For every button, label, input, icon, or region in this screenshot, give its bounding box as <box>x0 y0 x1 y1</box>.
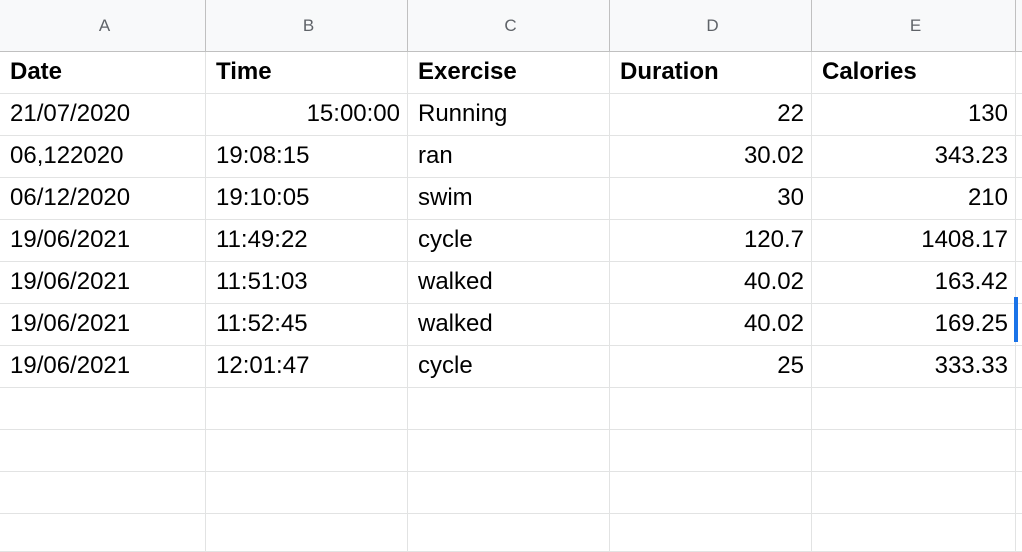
column-header-f[interactable] <box>1016 0 1022 52</box>
cell-a8[interactable]: 19/06/2021 <box>0 346 206 388</box>
cell-d9[interactable] <box>610 388 812 430</box>
cell-a7[interactable]: 19/06/2021 <box>0 304 206 346</box>
cell-f9[interactable] <box>1016 388 1022 430</box>
table-row: 19/06/2021 12:01:47 cycle 25 333.33 <box>0 346 1022 388</box>
cell-e11[interactable] <box>812 472 1016 514</box>
cell-a6[interactable]: 19/06/2021 <box>0 262 206 304</box>
cell-d5[interactable]: 120.7 <box>610 220 812 262</box>
cell-c8[interactable]: cycle <box>408 346 610 388</box>
cell-f8[interactable] <box>1016 346 1022 388</box>
cell-e7[interactable]: 169.25 <box>812 304 1016 346</box>
cell-b10[interactable] <box>206 430 408 472</box>
column-header-b[interactable]: B <box>206 0 408 52</box>
cell-b12[interactable] <box>206 514 408 552</box>
cell-d4[interactable]: 30 <box>610 178 812 220</box>
cell-e12[interactable] <box>812 514 1016 552</box>
cell-b2[interactable]: 15:00:00 <box>206 94 408 136</box>
cell-b11[interactable] <box>206 472 408 514</box>
cell-d1[interactable]: Duration <box>610 52 812 94</box>
cell-f11[interactable] <box>1016 472 1022 514</box>
cell-b8[interactable]: 12:01:47 <box>206 346 408 388</box>
spreadsheet-grid: A B C D E Date Time Exercise Duration Ca… <box>0 0 1022 552</box>
cell-a2[interactable]: 21/07/2020 <box>0 94 206 136</box>
cell-c3[interactable]: ran <box>408 136 610 178</box>
cell-d7[interactable]: 40.02 <box>610 304 812 346</box>
cell-d12[interactable] <box>610 514 812 552</box>
cell-e5[interactable]: 1408.17 <box>812 220 1016 262</box>
empty-row <box>0 430 1022 472</box>
cell-c11[interactable] <box>408 472 610 514</box>
cell-e1[interactable]: Calories <box>812 52 1016 94</box>
cell-b3[interactable]: 19:08:15 <box>206 136 408 178</box>
table-row: 06,122020 19:08:15 ran 30.02 343.23 <box>0 136 1022 178</box>
cell-e8[interactable]: 333.33 <box>812 346 1016 388</box>
cell-f1[interactable] <box>1016 52 1022 94</box>
empty-row <box>0 388 1022 430</box>
table-row: 19/06/2021 11:52:45 walked 40.02 169.25 <box>0 304 1022 346</box>
column-header-row: A B C D E <box>0 0 1022 52</box>
cell-d2[interactable]: 22 <box>610 94 812 136</box>
cell-b9[interactable] <box>206 388 408 430</box>
column-header-d[interactable]: D <box>610 0 812 52</box>
cell-b5[interactable]: 11:49:22 <box>206 220 408 262</box>
cell-d6[interactable]: 40.02 <box>610 262 812 304</box>
cell-d3[interactable]: 30.02 <box>610 136 812 178</box>
cell-e9[interactable] <box>812 388 1016 430</box>
column-header-a[interactable]: A <box>0 0 206 52</box>
cell-c6[interactable]: walked <box>408 262 610 304</box>
table-header-row: Date Time Exercise Duration Calories <box>0 52 1022 94</box>
cell-f4[interactable] <box>1016 178 1022 220</box>
cell-e6[interactable]: 163.42 <box>812 262 1016 304</box>
cell-f2[interactable] <box>1016 94 1022 136</box>
cell-d11[interactable] <box>610 472 812 514</box>
cell-c9[interactable] <box>408 388 610 430</box>
cell-f5[interactable] <box>1016 220 1022 262</box>
table-row: 06/12/2020 19:10:05 swim 30 210 <box>0 178 1022 220</box>
cell-c7[interactable]: walked <box>408 304 610 346</box>
table-row: 21/07/2020 15:00:00 Running 22 130 <box>0 94 1022 136</box>
cell-d10[interactable] <box>610 430 812 472</box>
cell-a5[interactable]: 19/06/2021 <box>0 220 206 262</box>
cell-d8[interactable]: 25 <box>610 346 812 388</box>
cell-b6[interactable]: 11:51:03 <box>206 262 408 304</box>
cell-e2[interactable]: 130 <box>812 94 1016 136</box>
selected-cell-border <box>1014 297 1018 342</box>
cell-b1[interactable]: Time <box>206 52 408 94</box>
cell-b4[interactable]: 19:10:05 <box>206 178 408 220</box>
cell-a10[interactable] <box>0 430 206 472</box>
cell-a11[interactable] <box>0 472 206 514</box>
cell-e3[interactable]: 343.23 <box>812 136 1016 178</box>
cell-c2[interactable]: Running <box>408 94 610 136</box>
cell-c4[interactable]: swim <box>408 178 610 220</box>
cell-f3[interactable] <box>1016 136 1022 178</box>
empty-row <box>0 514 1022 552</box>
cell-a3[interactable]: 06,122020 <box>0 136 206 178</box>
column-header-e[interactable]: E <box>812 0 1016 52</box>
cell-a4[interactable]: 06/12/2020 <box>0 178 206 220</box>
table-row: 19/06/2021 11:49:22 cycle 120.7 1408.17 <box>0 220 1022 262</box>
cell-a1[interactable]: Date <box>0 52 206 94</box>
cell-b7[interactable]: 11:52:45 <box>206 304 408 346</box>
cell-c5[interactable]: cycle <box>408 220 610 262</box>
cell-f10[interactable] <box>1016 430 1022 472</box>
cell-c10[interactable] <box>408 430 610 472</box>
table-row: 19/06/2021 11:51:03 walked 40.02 163.42 <box>0 262 1022 304</box>
cell-f12[interactable] <box>1016 514 1022 552</box>
cell-c1[interactable]: Exercise <box>408 52 610 94</box>
empty-row <box>0 472 1022 514</box>
cell-e4[interactable]: 210 <box>812 178 1016 220</box>
cell-e10[interactable] <box>812 430 1016 472</box>
cell-a9[interactable] <box>0 388 206 430</box>
cell-a12[interactable] <box>0 514 206 552</box>
column-header-c[interactable]: C <box>408 0 610 52</box>
cell-c12[interactable] <box>408 514 610 552</box>
